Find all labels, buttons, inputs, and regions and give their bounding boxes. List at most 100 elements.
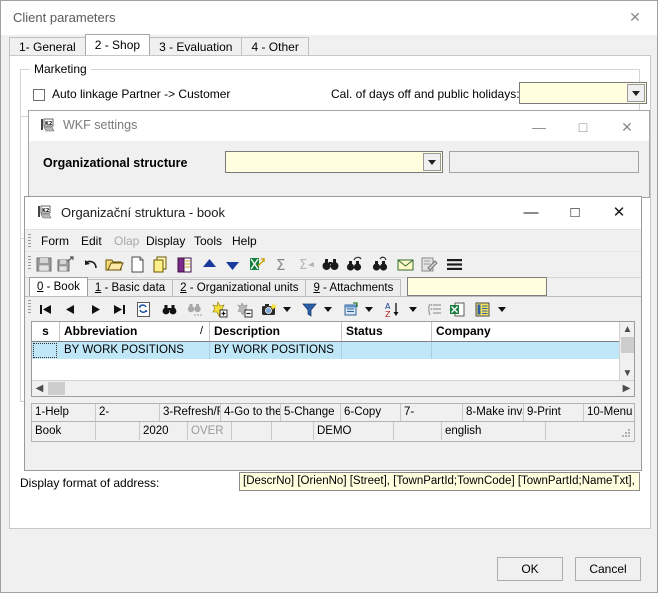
menu-form[interactable]: Form (37, 233, 73, 249)
fkey-8-make-invalid[interactable]: 8-Make inva (463, 404, 524, 421)
tab-other[interactable]: 4 - Other (241, 37, 309, 55)
find-icon[interactable] (161, 301, 178, 318)
close-icon[interactable]: ✕ (613, 1, 657, 33)
maximize-icon[interactable]: □ (553, 197, 597, 228)
chevron-down-icon[interactable] (324, 307, 331, 312)
column-header-status[interactable]: Status (342, 322, 432, 341)
menu-tools[interactable]: Tools (190, 233, 226, 249)
book-icon[interactable] (175, 255, 194, 274)
last-record-icon[interactable] (111, 301, 128, 318)
tab-evaluation[interactable]: 3 - Evaluation (149, 37, 243, 55)
close-icon[interactable]: ✕ (597, 197, 641, 228)
menu-help[interactable]: Help (228, 233, 261, 249)
fkey-6-copy[interactable]: 6-Copy (341, 404, 401, 421)
fkey-2[interactable]: 2- (96, 404, 160, 421)
new-document-icon[interactable] (128, 255, 147, 274)
arrow-up-icon[interactable] (200, 255, 219, 274)
menu-lines-icon[interactable] (445, 255, 464, 274)
cancel-button[interactable]: Cancel (575, 557, 641, 581)
arrow-down-icon[interactable] (223, 255, 242, 274)
columns-icon[interactable] (474, 301, 491, 318)
minimize-icon[interactable]: — (509, 197, 553, 228)
vertical-scroll-thumb[interactable] (621, 337, 634, 353)
fkey-1-help[interactable]: 1-Help (32, 404, 96, 421)
column-header-company[interactable]: Company (432, 322, 619, 341)
find-next-icon[interactable] (345, 255, 364, 274)
toolbar2-grip[interactable] (28, 300, 31, 314)
fkey-4-goto[interactable]: 4-Go to the (221, 404, 281, 421)
maximize-icon[interactable]: □ (561, 111, 605, 143)
mail-icon[interactable] (396, 255, 415, 274)
column-header-description[interactable]: Description (210, 322, 342, 341)
tab-attachments[interactable]: 9 - Attachments (305, 279, 402, 296)
chevron-down-icon[interactable] (498, 307, 505, 312)
column-header-s[interactable]: s (32, 322, 60, 341)
horizontal-scroll-thumb[interactable] (48, 382, 65, 395)
cell-description: BY WORK POSITIONS (210, 342, 342, 359)
ok-button[interactable]: OK (497, 557, 563, 581)
menu-grip[interactable] (28, 234, 31, 248)
table-row[interactable]: BY WORK POSITIONS BY WORK POSITIONS (32, 342, 634, 359)
grid-vertical-scrollbar[interactable]: ▲ ▼ (619, 322, 634, 380)
chevron-down-icon[interactable] (627, 84, 645, 102)
minimize-icon[interactable]: — (517, 111, 561, 143)
fkey-5-change[interactable]: 5-Change (281, 404, 341, 421)
sum-icon[interactable]: Σ (273, 255, 292, 274)
refresh-icon[interactable] (135, 301, 152, 318)
fkey-7[interactable]: 7- (401, 404, 463, 421)
tab-organizational-units[interactable]: 2 - Organizational units (172, 279, 307, 296)
organizational-structure-combo[interactable] (225, 151, 443, 173)
menu-edit[interactable]: Edit (77, 233, 106, 249)
holidays-calendar-combo[interactable] (519, 82, 647, 104)
quick-search-input[interactable] (407, 277, 547, 296)
find-more-icon[interactable] (186, 301, 203, 318)
organizational-structure-text[interactable] (449, 151, 639, 173)
address-format-input[interactable]: [DescrNo] [OrienNo] [Street], [TownPartI… (239, 472, 640, 491)
scroll-down-icon[interactable]: ▼ (620, 366, 635, 380)
save-icon[interactable] (35, 255, 54, 274)
scroll-up-icon[interactable]: ▲ (620, 322, 635, 336)
next-record-icon[interactable] (87, 301, 104, 318)
conditions-icon[interactable] (342, 301, 359, 318)
delete-record-icon[interactable] (236, 301, 253, 318)
sort-az-icon[interactable]: AZ (384, 301, 401, 319)
scroll-left-icon[interactable]: ◀ (32, 381, 47, 396)
find-icon[interactable] (321, 255, 340, 274)
auto-linkage-checkbox[interactable] (33, 89, 45, 101)
tab-shop[interactable]: 2 - Shop (84, 34, 151, 55)
add-record-icon[interactable] (211, 301, 228, 318)
tab-general[interactable]: 1- General (9, 37, 86, 55)
chevron-down-icon[interactable] (423, 153, 441, 171)
filter-icon[interactable] (301, 301, 318, 318)
resize-grip[interactable] (622, 429, 632, 439)
notes-icon[interactable] (419, 255, 438, 274)
chevron-down-icon[interactable] (365, 307, 372, 312)
scroll-right-icon[interactable]: ▶ (619, 381, 634, 396)
first-record-icon[interactable] (37, 301, 54, 318)
wkf-settings-title: WKF settings (63, 118, 138, 132)
row-selector[interactable] (33, 343, 57, 358)
fkey-9-print[interactable]: 9-Print (524, 404, 584, 421)
close-icon[interactable]: ✕ (605, 111, 649, 143)
snapshot-icon[interactable] (261, 301, 278, 318)
undo-icon[interactable] (82, 255, 101, 274)
toolbar-grip[interactable] (28, 256, 31, 270)
export-excel-icon[interactable] (247, 255, 266, 274)
menu-display[interactable]: Display (142, 233, 189, 249)
export-excel-icon[interactable] (449, 301, 466, 318)
previous-record-icon[interactable] (62, 301, 79, 318)
copy-icon[interactable] (151, 255, 170, 274)
open-folder-icon[interactable] (105, 255, 124, 274)
tab-book[interactable]: 0 - Book (29, 277, 88, 296)
status-blank-2 (232, 422, 272, 440)
chevron-down-icon[interactable] (283, 307, 290, 312)
find-prev-icon[interactable] (370, 255, 389, 274)
fkey-3-refresh[interactable]: 3-Refresh/R (160, 404, 221, 421)
column-header-abbreviation[interactable]: Abbreviation / (60, 322, 210, 341)
grid-horizontal-scrollbar[interactable]: ◀ ▶ (32, 380, 634, 396)
save-as-icon[interactable] (56, 255, 75, 274)
chevron-down-icon[interactable] (409, 307, 416, 312)
records-grid: s Abbreviation / Description Status Comp… (31, 321, 635, 397)
fkey-10-menu[interactable]: 10-Menu (584, 404, 634, 421)
tab-basic-data[interactable]: 1 - Basic data (86, 279, 174, 296)
